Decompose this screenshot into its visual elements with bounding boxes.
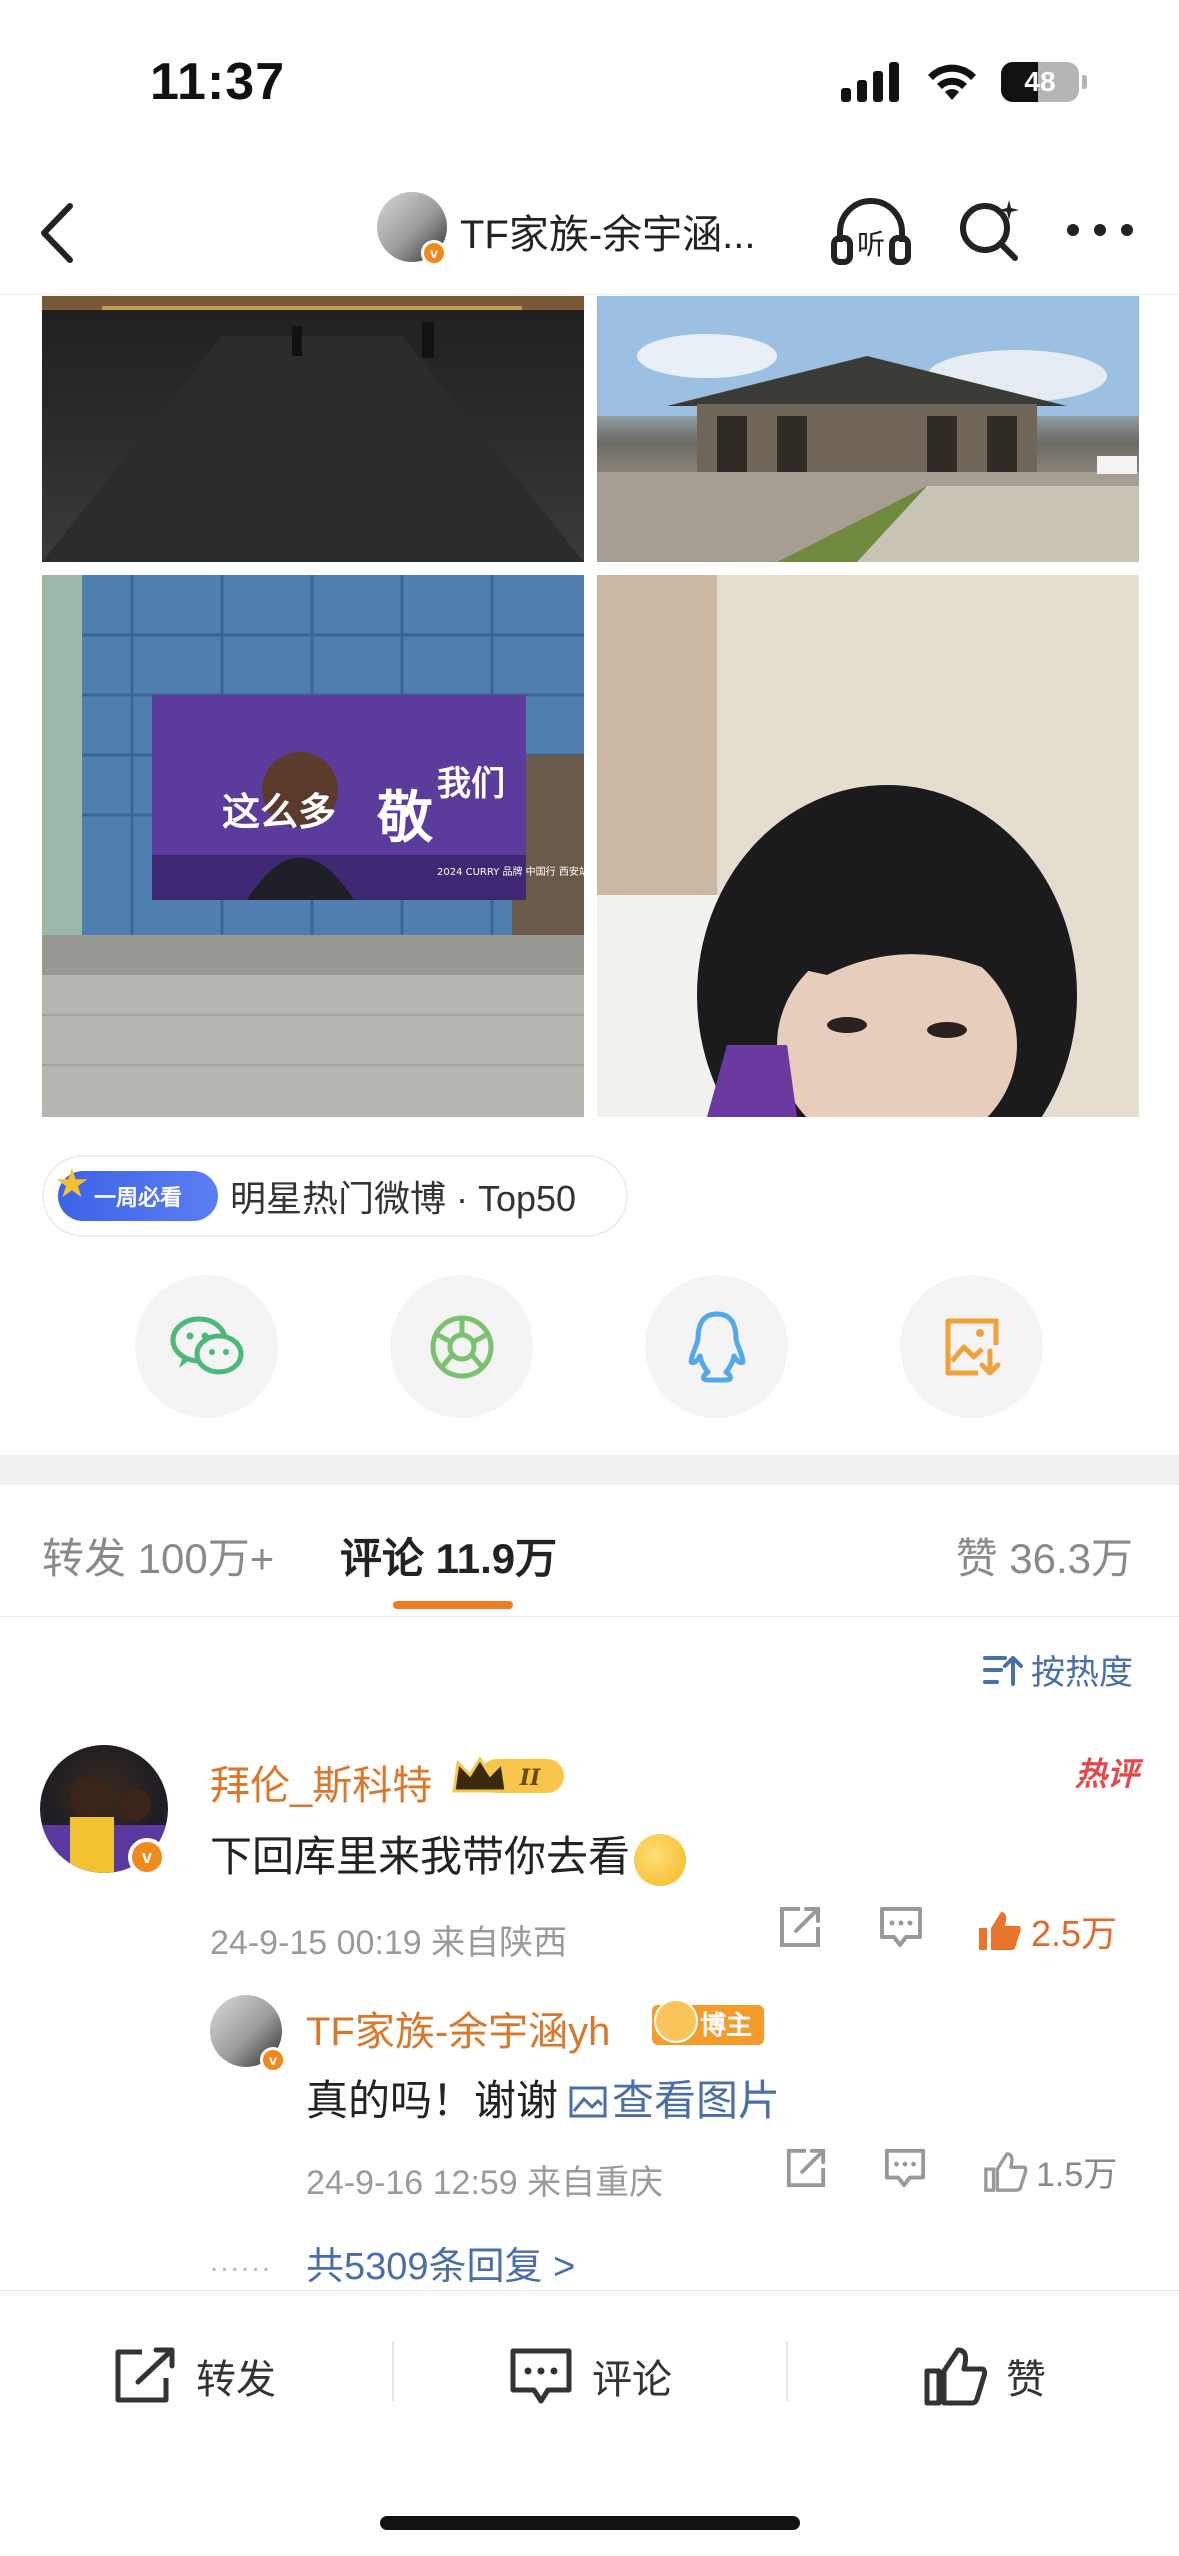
share-qq-button[interactable] [645,1275,788,1418]
reply-body: 真的吗！谢谢 [306,2077,559,2124]
status-time: 11:37 [150,53,286,111]
rank-badge-label: II [519,1765,541,1791]
bottom-comment-button[interactable]: 评论 [508,2291,672,2461]
comment-icon [880,1907,922,1947]
view-image-label: 查看图片 [612,2077,781,2124]
repost-icon [115,2347,175,2403]
weekly-must-see-label: 一周必看 [93,1185,182,1210]
share-moments-button[interactable] [390,1275,533,1418]
comment-icon [510,2348,572,2404]
billboard-text-1: 这么多 [222,790,336,834]
save-image-button[interactable] [900,1275,1043,1418]
more-icon[interactable] [1065,215,1135,245]
bottom-comment-label: 评论 [592,2358,672,2402]
comment-share-button[interactable] [778,1905,822,1949]
hot-tag-label: 明星热门微博 · Top50 [230,1178,577,1219]
image-icon [569,2086,607,2118]
hot-tag[interactable]: ★ 一周必看 明星热门微博 · Top50 [42,1155,628,1237]
rank-crown-icon: II [452,1756,564,1793]
share-row [0,1275,1179,1420]
home-indicator[interactable] [380,2516,800,2530]
qq-icon [688,1311,745,1382]
tab-active-indicator [393,1601,513,1609]
star-icon: ★ [54,1162,90,1206]
share-wechat-button[interactable] [135,1275,278,1418]
interaction-tabs: 转发 100万+ 评论 11.9万 赞 36.3万 [0,1485,1179,1617]
photo-curry-billboard[interactable]: 这么多 敬 我们 2024 CURRY 品牌 中国行 西安站 [42,575,584,1117]
replier-name[interactable]: TF家族-余宇涵yh [306,1999,610,2057]
battery-level: 48 [1024,66,1056,97]
bottom-repost-button[interactable]: 转发 [112,2291,276,2461]
comment-text: 下回库里来我带你去看 [210,1823,687,1886]
bottom-like-button[interactable]: 赞 [922,2291,1046,2461]
comment-like-button[interactable]: 2.5万 [975,1905,1117,1957]
photo-traditional-building[interactable] [597,296,1139,562]
nav-bar: v TF家族-余宇涵... 听 [0,170,1179,295]
bottom-like-label: 赞 [1006,2358,1046,2402]
view-image-link[interactable]: 查看图片 [568,2077,780,2124]
photo-night-street[interactable] [42,296,584,562]
listen-icon[interactable]: 听 [830,196,912,266]
reply-like-count: 1.5万 [1036,2156,1118,2194]
tab-comment[interactable]: 评论 11.9万 [340,1525,557,1586]
billboard-sub: 2024 CURRY 品牌 中国行 西安站 [437,865,584,878]
thumbs-up-outline-icon [984,2151,1028,2192]
battery-icon: 48 [1001,62,1087,102]
wechat-icon [170,1316,243,1374]
save-image-icon [945,1318,1000,1375]
share-out-icon [786,2148,826,2188]
commenter-name[interactable]: 拜伦_斯科特 [210,1753,432,1811]
status-bar: 11:37 48 [0,0,1179,170]
comment-like-count: 2.5万 [1031,1913,1118,1954]
blogger-badge-label: 博主 [700,2010,753,2040]
weekly-must-see-badge: ★ 一周必看 [54,1162,218,1221]
reply-thread-dots: ...... [210,2245,273,2278]
tab-repost[interactable]: 转发 100万+ [42,1525,274,1586]
wifi-icon [928,64,976,100]
bottom-repost-label: 转发 [196,2358,276,2402]
search-icon[interactable] [955,196,1025,266]
back-icon[interactable] [30,198,90,268]
billboard-text-2: 敬 [376,786,434,851]
reply-meta: 24-9-16 12:59 来自重庆 [306,2164,664,2202]
reply-share-button[interactable] [785,2147,827,2189]
sort-label: 按热度 [1031,1654,1133,1692]
comment-meta: 24-9-15 00:19 来自陕西 [210,1924,568,1962]
reply-like-button[interactable]: 1.5万 [982,2147,1117,2196]
billboard-text-3: 我们 [437,764,505,804]
comment-body: 下回库里来我带你去看 [210,1833,631,1880]
verified-badge-icon: v [128,1838,166,1876]
listen-label: 听 [857,228,885,261]
sort-by-hot-button[interactable]: 按热度 [983,1645,1133,1694]
share-out-icon [780,1907,820,1947]
signal-icon [841,62,899,102]
status-icons: 48 [841,62,1087,102]
tab-like[interactable]: 赞 36.3万 [956,1525,1133,1586]
thumbs-up-icon [979,1912,1021,1950]
nav-title[interactable]: TF家族-余宇涵... [460,202,756,260]
verified-badge-icon: v [260,2047,286,2073]
blogger-crown-icon [654,1999,698,2043]
verified-badge-icon: v [421,240,447,266]
view-all-replies-link[interactable]: 共5309条回复 > [306,2235,575,2290]
moments-icon [430,1315,493,1378]
comment-reply-button[interactable] [878,1905,924,1949]
blogger-badge: 博主 [652,1999,765,2045]
reply-reply-button[interactable] [883,2147,927,2189]
reply-text: 真的吗！谢谢 查看图片 [306,2067,780,2128]
photo-selfie[interactable] [597,575,1139,1117]
hot-comment-badge: 热评 [1074,1756,1139,1792]
smile-emoji-icon [634,1833,687,1886]
thumbs-up-outline-icon [924,2347,988,2406]
bottom-action-bar: 转发 评论 赞 [0,2290,1179,2460]
sort-icon [983,1655,1023,1686]
section-divider [0,1455,1179,1485]
comment-icon [884,2148,926,2188]
